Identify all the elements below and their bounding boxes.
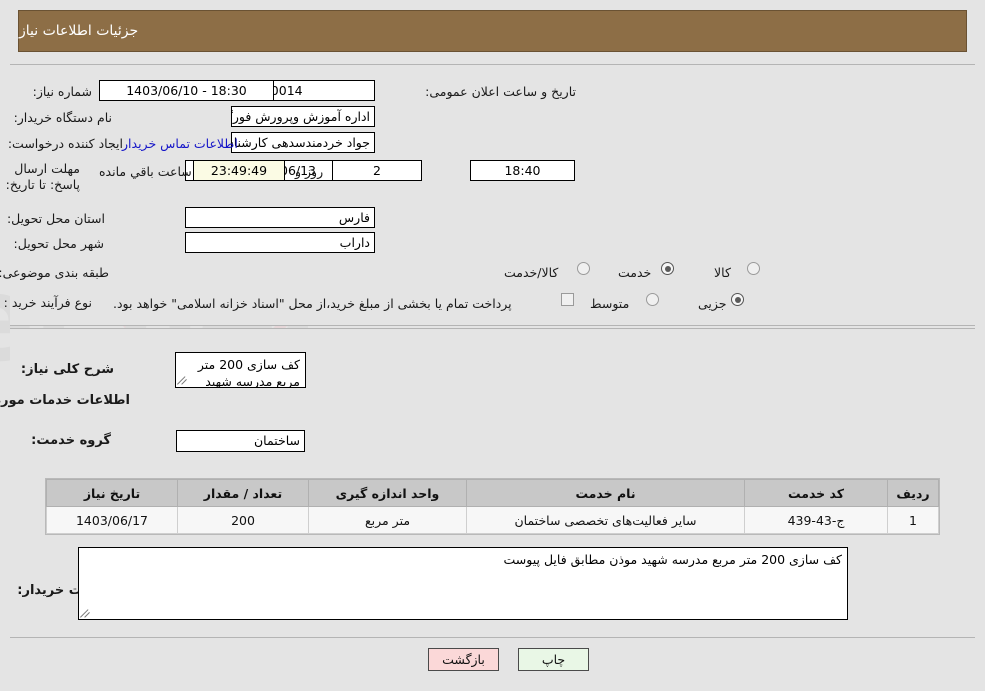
- cell-quantity: 200: [177, 506, 309, 534]
- announcement-label: تاریخ و ساعت اعلان عمومی:: [425, 84, 576, 99]
- th-quantity: تعداد / مقدار: [177, 479, 309, 507]
- delivery-city-label: شهر محل تحویل:: [13, 236, 104, 251]
- general-description-value[interactable]: کف سازی 200 متر مربع مدرسه شهید موذن مطا…: [175, 352, 306, 388]
- request-creator-value: جواد خردمندسدهی کارشناس خرید اداره آموزش…: [231, 132, 375, 153]
- countdown-unit-label: ساعت باقي مانده: [99, 164, 192, 179]
- need-number-label: شماره نیاز:: [32, 84, 92, 99]
- print-button[interactable]: چاپ: [518, 648, 589, 671]
- islamic-treasury-label: پرداخت تمام یا بخشی از مبلغ خرید،از محل …: [113, 296, 512, 311]
- th-unit: واحد اندازه گیری: [308, 479, 467, 507]
- radio-process-jozi-label: جزیی: [698, 296, 727, 311]
- radio-category-kala[interactable]: [747, 262, 760, 275]
- remaining-days-value: 2: [332, 160, 422, 181]
- delivery-city-value: داراب: [185, 232, 375, 253]
- th-service-code: کد خدمت: [744, 479, 888, 507]
- page-title: جزئیات اطلاعات نیاز: [19, 23, 139, 39]
- services-table: ردیف کد خدمت نام خدمت واحد اندازه گیری ت…: [46, 479, 939, 534]
- delivery-province-value: فارس: [185, 207, 375, 228]
- announcement-value: 18:30 - 1403/06/10: [99, 80, 274, 101]
- services-section-heading: اطلاعات خدمات مورد نیاز: [0, 393, 130, 408]
- response-deadline-label: مهلت ارسال پاسخ: تا تاریخ:: [5, 161, 80, 192]
- radio-category-khedmat[interactable]: [661, 262, 674, 275]
- cell-row-no: 1: [887, 506, 939, 534]
- radio-process-jozi[interactable]: [731, 293, 744, 306]
- deadline-time-value: 18:40: [470, 160, 575, 181]
- radio-category-khedmat-label: خدمت: [618, 265, 652, 280]
- radio-category-kala-khedmat-label: کالا/خدمت: [504, 265, 559, 280]
- buyer-notes-resize-handle[interactable]: [80, 607, 92, 619]
- back-button[interactable]: بازگشت: [428, 648, 499, 671]
- table-header-row: ردیف کد خدمت نام خدمت واحد اندازه گیری ت…: [46, 479, 939, 507]
- page-header-bar: جزئیات اطلاعات نیاز: [18, 10, 967, 52]
- buyer-org-value: اداره آموزش وپرورش فورگ: [231, 106, 375, 127]
- cell-service-code: ج-43-439: [744, 506, 888, 534]
- general-description-resize-handle[interactable]: [177, 374, 189, 386]
- cell-need-date: 1403/06/17: [46, 506, 178, 534]
- radio-process-motevaset-label: متوسط: [590, 296, 630, 311]
- th-row-no: ردیف: [887, 479, 939, 507]
- radio-category-kala-label: کالا: [714, 265, 731, 280]
- purchase-process-label: نوع فرآیند خرید :: [3, 295, 92, 310]
- radio-process-motevaset[interactable]: [646, 293, 659, 306]
- service-group-label: گروه خدمت:: [31, 433, 111, 448]
- buyer-org-label: نام دستگاه خریدار:: [13, 110, 112, 125]
- buyer-contact-link[interactable]: اطلاعات تماس خریدار: [122, 136, 238, 151]
- days-unit-label: روز و: [295, 164, 324, 179]
- subject-category-label: طبقه بندی موضوعی:: [0, 265, 109, 280]
- request-creator-label: ایجاد کننده درخواست:: [7, 136, 123, 151]
- general-description-label: شرح کلی نیاز:: [20, 362, 114, 377]
- delivery-province-label: استان محل تحویل:: [6, 211, 105, 226]
- table-row: 1 ج-43-439 سایر فعالیت‌های تخصصی ساختمان…: [46, 506, 939, 534]
- cell-unit: متر مربع: [308, 506, 467, 534]
- th-service-name: نام خدمت: [466, 479, 745, 507]
- th-need-date: تاریخ نیاز: [46, 479, 178, 507]
- countdown-value: 23:49:49: [193, 160, 285, 181]
- buyer-notes-value[interactable]: کف سازی 200 متر مربع مدرسه شهید موذن مطا…: [78, 547, 848, 620]
- cell-service-name: سایر فعالیت‌های تخصصی ساختمان: [466, 506, 745, 534]
- page-root: AriaTender.net جزئیات اطلاعات نیاز شماره…: [0, 0, 985, 691]
- services-table-wrapper: ردیف کد خدمت نام خدمت واحد اندازه گیری ت…: [45, 478, 940, 535]
- need-info-panel: [10, 64, 975, 326]
- service-group-value: ساختمان: [176, 430, 305, 452]
- radio-category-kala-khedmat[interactable]: [577, 262, 590, 275]
- checkbox-islamic-treasury[interactable]: [561, 293, 574, 306]
